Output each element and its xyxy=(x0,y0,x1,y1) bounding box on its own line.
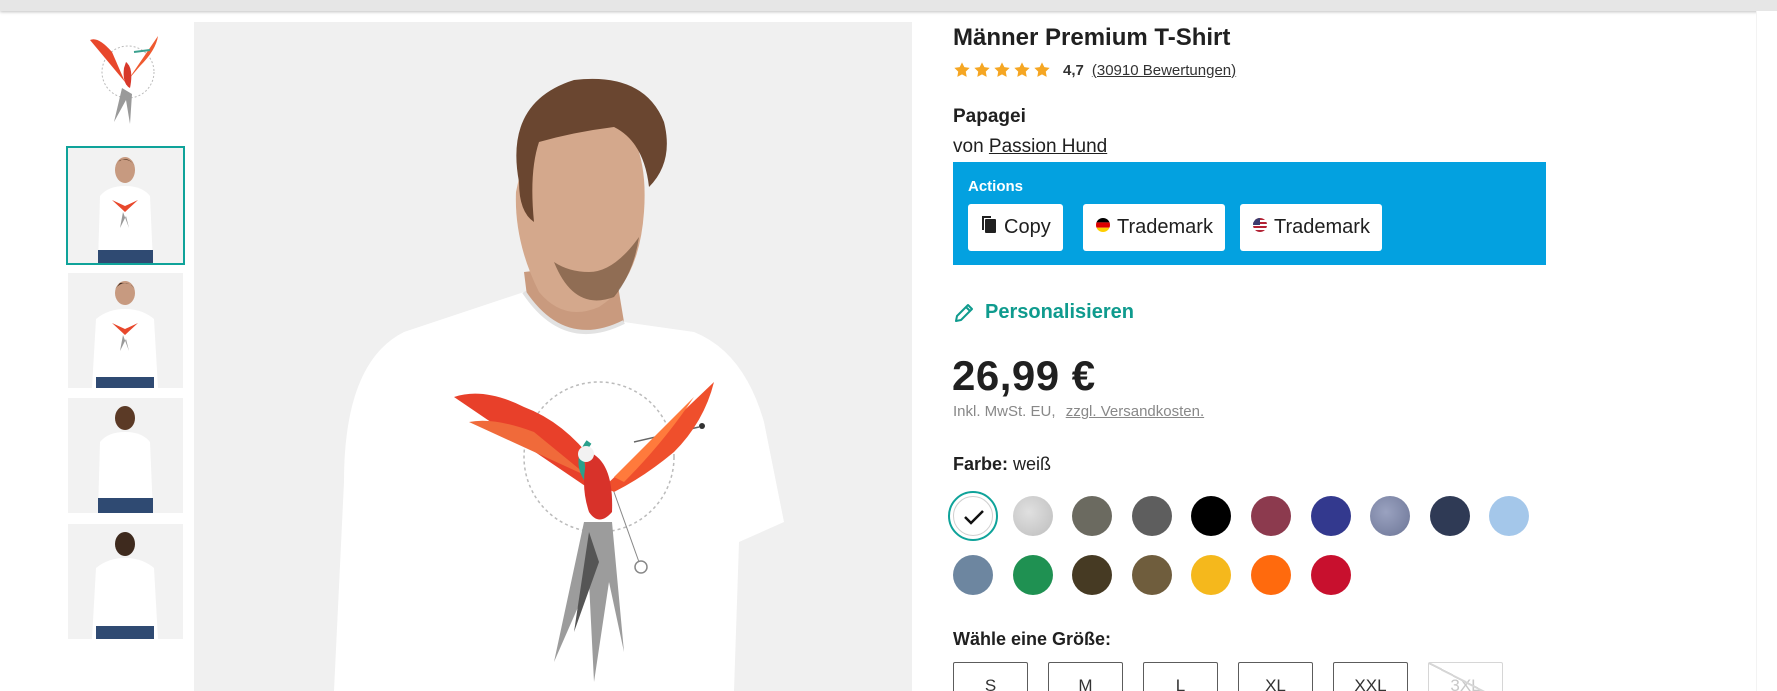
color-swatch[interactable] xyxy=(1012,555,1053,595)
reviews-link[interactable]: (30910 Bewertungen) xyxy=(1092,62,1236,79)
color-swatch[interactable] xyxy=(953,496,993,536)
shipping-costs-link[interactable]: zzgl. Versandkosten. xyxy=(1066,403,1204,420)
rating-row: 4,7 (30910 Bewertungen) xyxy=(953,61,1236,79)
copy-button-label: Copy xyxy=(1004,216,1051,238)
rating-stars xyxy=(953,61,1051,79)
star-icon xyxy=(974,62,990,77)
thumbnail-model-plus[interactable] xyxy=(68,273,183,388)
scrollbar-gutter[interactable] xyxy=(1756,11,1777,691)
designer-prefix: von xyxy=(953,136,984,157)
rating-count: (30910 Bewertungen) xyxy=(1092,62,1236,79)
main-product-image[interactable] xyxy=(194,22,912,691)
size-option-3xl: 3XL xyxy=(1428,662,1503,691)
size-option-m[interactable]: M xyxy=(1048,662,1123,691)
checkmark-icon xyxy=(964,510,984,525)
color-swatch[interactable] xyxy=(1251,555,1291,595)
color-swatch[interactable] xyxy=(1191,496,1232,536)
personalize-label: Personalisieren xyxy=(985,301,1134,323)
thumbnail-design[interactable] xyxy=(68,22,183,137)
model-front-image xyxy=(68,148,183,263)
designer-link[interactable]: Passion Hund xyxy=(989,136,1107,157)
price: 26,99 € xyxy=(952,352,1096,399)
pencil-icon xyxy=(955,303,973,322)
size-option-s[interactable]: S xyxy=(953,662,1028,691)
trademark-de-label: Trademark xyxy=(1117,216,1213,238)
model-plus-image xyxy=(68,273,183,388)
selected-color: weiß xyxy=(1013,454,1052,474)
color-swatch[interactable] xyxy=(1251,496,1291,536)
size-option-l[interactable]: L xyxy=(1143,662,1218,691)
color-swatch[interactable] xyxy=(1191,555,1232,595)
thumbnail-model-front[interactable] xyxy=(66,146,185,265)
color-swatch[interactable] xyxy=(1310,496,1351,536)
star-icon xyxy=(1014,62,1030,77)
tax-note: Inkl. MwSt. EU, zzgl. Versandkosten. xyxy=(953,403,1204,420)
size-option-xl[interactable]: XL xyxy=(1238,662,1313,691)
model-back-image xyxy=(68,398,183,513)
germany-flag-icon xyxy=(1095,216,1111,239)
tax-note-text: Inkl. MwSt. EU, xyxy=(953,403,1056,420)
color-swatch[interactable] xyxy=(1131,555,1172,595)
color-swatch[interactable] xyxy=(1012,496,1053,536)
size-option-xxl[interactable]: XXL xyxy=(1333,662,1408,691)
color-label-title: Farbe: xyxy=(953,454,1009,474)
copy-button[interactable]: Copy xyxy=(968,204,1063,251)
color-swatch[interactable] xyxy=(953,555,993,595)
actions-panel: Actions Copy Trademark Trademark xyxy=(953,162,1546,265)
trademark-de-button[interactable]: Trademark xyxy=(1083,204,1225,251)
parrot-design-image xyxy=(90,36,158,124)
model-wearing-shirt-image xyxy=(194,22,912,691)
design-name: Papagei xyxy=(953,106,1026,127)
designer-line: von Passion Hund xyxy=(953,136,1107,158)
color-swatch[interactable] xyxy=(1489,496,1530,536)
trademark-us-button[interactable]: Trademark xyxy=(1240,204,1382,251)
trademark-us-label: Trademark xyxy=(1274,216,1370,238)
browser-top-bar xyxy=(0,0,1777,11)
thumbnail-model-plus-back[interactable] xyxy=(68,524,183,639)
color-swatch[interactable] xyxy=(1370,496,1411,536)
star-icon xyxy=(994,62,1010,77)
color-swatch[interactable] xyxy=(1310,555,1351,595)
color-swatch[interactable] xyxy=(1131,496,1172,536)
star-icon xyxy=(1034,62,1050,77)
color-swatch[interactable] xyxy=(1072,496,1113,536)
color-swatch[interactable] xyxy=(1429,496,1470,536)
color-swatch[interactable] xyxy=(1072,555,1113,595)
rating-value: 4,7 xyxy=(1063,61,1084,79)
star-icon xyxy=(954,62,970,77)
product-title: Männer Premium T-Shirt xyxy=(953,24,1231,51)
personalize-link[interactable]: Personalisieren xyxy=(953,301,1134,324)
model-plus-back-image xyxy=(68,524,183,639)
color-label: Farbe: weiß xyxy=(953,454,1051,475)
actions-title: Actions xyxy=(968,178,1024,195)
copy-icon xyxy=(980,215,998,241)
size-label: Wähle eine Größe: xyxy=(953,629,1112,649)
usa-flag-icon xyxy=(1252,216,1268,239)
thumbnail-model-back[interactable] xyxy=(68,398,183,513)
